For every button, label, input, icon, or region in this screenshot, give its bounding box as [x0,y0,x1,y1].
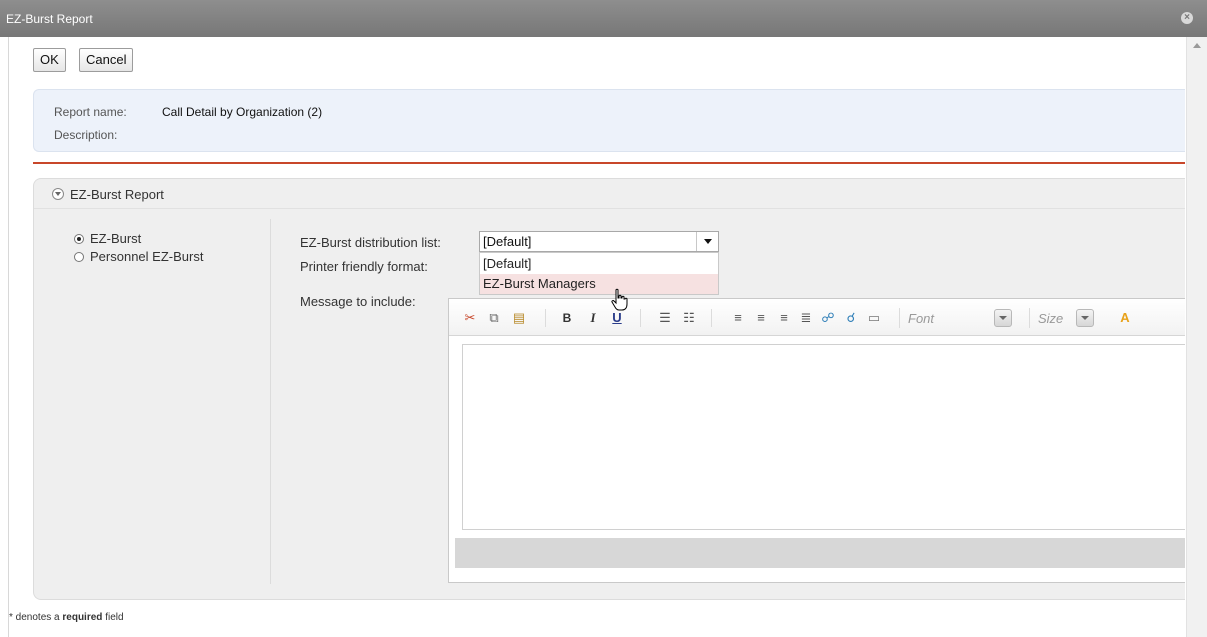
italic-icon[interactable]: I [587,310,599,326]
section-divider [33,162,1185,164]
font-color-icon[interactable]: A [1117,310,1133,326]
message-text-area[interactable] [462,344,1185,530]
title-bar: EZ-Burst Report × [0,0,1207,37]
report-name-label: Report name: [54,105,127,119]
message-label: Message to include: [300,294,416,309]
printer-friendly-label: Printer friendly format: [300,259,428,274]
size-select[interactable]: Size [1029,308,1109,328]
chevron-down-icon[interactable] [696,232,718,251]
editor-toolbar: ✂ ⧉ ▤ B I U ☰ ☷ ≡ ≡ ≡ ≣ ☍ ☌ ▭ Font Size … [449,299,1185,336]
radio-button[interactable] [74,251,84,262]
required-field-note: * denotes a required field [9,612,124,623]
radio-ez-burst[interactable]: EZ-Burst [74,231,141,246]
distribution-list-select[interactable]: [Default] [479,231,719,252]
dropdown-option-managers[interactable]: EZ-Burst Managers [480,274,718,294]
ez-burst-section: EZ-Burst Report EZ-Burst Personnel EZ-Bu… [33,178,1185,600]
unlink-icon[interactable]: ☌ [844,310,858,326]
radio-label: EZ-Burst [90,231,142,246]
editor-footer-bar [455,538,1185,568]
dialog-content: OK Cancel Report name: Call Detail by Or… [8,37,1185,637]
scroll-up-icon[interactable] [1193,43,1201,48]
window-title: EZ-Burst Report [6,12,93,26]
radio-personnel-ez-burst[interactable]: Personnel EZ-Burst [74,249,203,264]
paste-icon[interactable]: ▤ [512,310,526,326]
cancel-button[interactable]: Cancel [79,48,134,72]
ordered-list-icon[interactable]: ☰ [658,310,672,326]
align-left-icon[interactable]: ≡ [731,310,745,326]
underline-icon[interactable]: U [611,310,623,326]
chevron-down-icon[interactable] [1076,309,1094,327]
collapse-icon[interactable] [52,188,64,200]
horizontal-rule-icon[interactable]: ▭ [867,310,881,326]
radio-button-checked[interactable] [74,233,84,244]
vertical-scrollbar[interactable] [1186,37,1207,637]
align-center-icon[interactable]: ≡ [754,310,768,326]
justify-icon[interactable]: ≣ [799,310,813,326]
cut-icon[interactable]: ✂ [463,310,477,326]
rich-text-editor: ✂ ⧉ ▤ B I U ☰ ☷ ≡ ≡ ≡ ≣ ☍ ☌ ▭ Font Size … [448,298,1185,583]
hand-cursor-icon [611,288,628,311]
toolbar-separator [640,309,641,327]
unordered-list-icon[interactable]: ☷ [682,310,696,326]
report-info-panel: Report name: Call Detail by Organization… [33,89,1185,152]
select-value: [Default] [483,234,532,249]
toolbar-separator [711,309,712,327]
distribution-dropdown: [Default] EZ-Burst Managers [479,252,719,295]
vertical-separator [270,219,271,584]
bold-icon[interactable]: B [561,310,573,326]
close-icon[interactable]: × [1181,12,1193,24]
section-title: EZ-Burst Report [70,187,164,202]
section-header[interactable]: EZ-Burst Report [34,179,1185,209]
radio-label: Personnel EZ-Burst [90,249,204,264]
font-select[interactable]: Font [899,308,1019,328]
copy-icon[interactable]: ⧉ [487,310,501,326]
size-placeholder: Size [1038,311,1064,326]
ok-button[interactable]: OK [33,48,66,72]
dropdown-option-default[interactable]: [Default] [480,254,718,274]
distribution-list-label: EZ-Burst distribution list: [300,235,441,250]
font-placeholder: Font [908,311,935,326]
chevron-down-icon[interactable] [994,309,1012,327]
link-icon[interactable]: ☍ [821,310,835,326]
report-name-value: Call Detail by Organization (2) [162,105,323,119]
description-label: Description: [54,128,118,142]
align-right-icon[interactable]: ≡ [777,310,791,326]
toolbar-separator [545,309,546,327]
